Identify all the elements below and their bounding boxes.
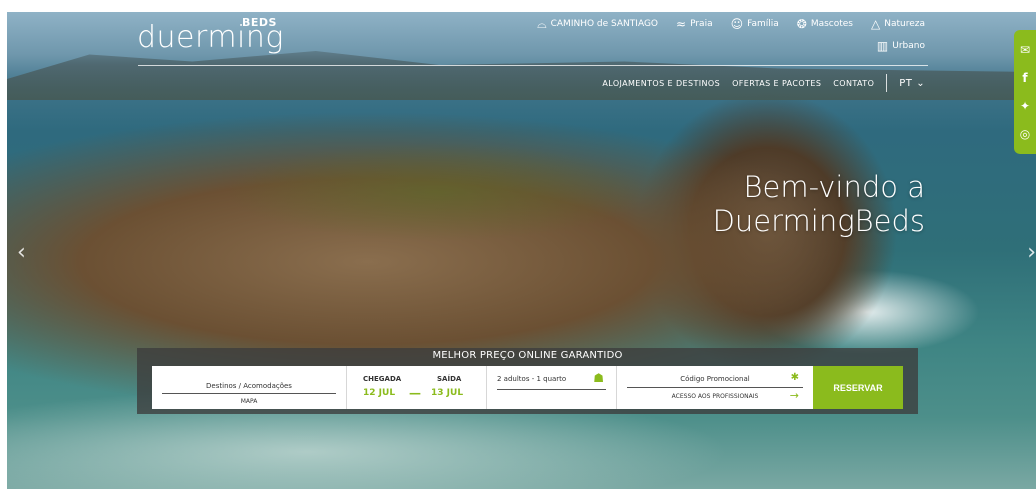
category-praia[interactable]: ≈ Praia xyxy=(676,18,713,30)
hero-heading-line2: DuermingBeds xyxy=(712,204,925,238)
category-mascotes[interactable]: ❂ Mascotes xyxy=(797,18,853,30)
reserve-button[interactable]: RESERVAR xyxy=(813,366,903,409)
date-separator: — xyxy=(409,386,421,400)
pet-icon: ❂ xyxy=(796,17,807,31)
map-link[interactable]: MAPA xyxy=(152,398,346,405)
destination-field[interactable]: Destinos / Acomodações MAPA xyxy=(152,366,347,409)
instagram-icon[interactable]: ◎ xyxy=(1020,127,1030,141)
family-icon: ☺ xyxy=(730,17,744,31)
category-natureza[interactable]: △ Natureza xyxy=(871,18,925,30)
logo-beds: BEDS xyxy=(242,16,277,29)
category-label: Família xyxy=(747,19,779,29)
checkout-date[interactable]: 13 JUL xyxy=(431,388,463,398)
category-label: Natureza xyxy=(884,19,925,29)
language-label: PT xyxy=(899,77,913,89)
social-bar: ✉ f ✦ ◎ xyxy=(1014,30,1036,154)
checkin-date[interactable]: 12 JUL xyxy=(363,388,395,398)
nav-ofertas[interactable]: OFERTAS E PACOTES xyxy=(732,79,821,88)
logo[interactable]: duerming BEDS xyxy=(137,16,284,55)
mountain-icon: △ xyxy=(871,17,881,31)
pro-access-link[interactable]: ACESSO AOS PROFISSIONAIS xyxy=(627,393,803,400)
slider-prev-arrow[interactable]: ‹ xyxy=(17,240,26,265)
promo-field[interactable]: Código Promocional ✱ ACESSO AOS PROFISSI… xyxy=(617,366,813,409)
nav-separator xyxy=(886,74,888,92)
category-caminho[interactable]: ⌓ CAMINHO de SANTIAGO xyxy=(537,18,658,30)
guests-field[interactable]: 2 adultos - 1 quarto ☗ xyxy=(487,366,617,409)
guests-icon: ☗ xyxy=(593,371,604,385)
hero-heading-line1: Bem-vindo a xyxy=(743,170,925,204)
booking-title: MELHOR PREÇO ONLINE GARANTIDO xyxy=(432,350,623,361)
guests-value[interactable]: 2 adultos - 1 quarto xyxy=(497,375,606,390)
shell-icon: ⌓ xyxy=(537,17,547,31)
gift-icon: ✱ xyxy=(790,372,799,383)
main-nav: ALOJAMENTOS E DESTINOS OFERTAS E PACOTES… xyxy=(602,74,925,92)
waves-icon: ≈ xyxy=(676,17,687,31)
hero-heading: Bem-vindo a DuermingBeds xyxy=(713,170,925,238)
building-icon: ▥ xyxy=(876,39,889,53)
booking-form: Destinos / Acomodações MAPA CHEGADA 12 J… xyxy=(152,366,903,409)
twitter-icon[interactable]: ✦ xyxy=(1020,99,1030,113)
checkout-label: SAÍDA xyxy=(437,375,462,383)
category-urbano[interactable]: ▥ Urbano xyxy=(877,40,925,52)
arrow-right-icon: → xyxy=(789,389,799,402)
category-menu: ⌓ CAMINHO de SANTIAGO ≈ Praia ☺ Família … xyxy=(537,18,925,30)
email-icon[interactable]: ✉ xyxy=(1020,43,1030,57)
chevron-down-icon: ⌄ xyxy=(916,77,925,89)
nav-contato[interactable]: CONTATO xyxy=(833,79,874,88)
nav-alojamentos[interactable]: ALOJAMENTOS E DESTINOS xyxy=(602,79,720,88)
category-label: Praia xyxy=(690,19,713,29)
category-label: CAMINHO de SANTIAGO xyxy=(550,19,659,29)
slider-next-arrow[interactable]: › xyxy=(1027,240,1036,265)
booking-widget: MELHOR PREÇO ONLINE GARANTIDO Destinos /… xyxy=(137,348,918,414)
category-familia[interactable]: ☺ Família xyxy=(731,18,779,30)
destination-input[interactable]: Destinos / Acomodações xyxy=(162,382,336,394)
facebook-icon[interactable]: f xyxy=(1022,71,1027,85)
header-divider xyxy=(138,65,928,66)
dates-field[interactable]: CHEGADA 12 JUL — SAÍDA 13 JUL xyxy=(347,366,487,409)
promo-input[interactable]: Código Promocional xyxy=(627,375,803,388)
header: duerming BEDS ⌓ CAMINHO de SANTIAGO ≈ Pr… xyxy=(7,12,1036,102)
category-label: Mascotes xyxy=(810,19,853,29)
language-selector[interactable]: PT ⌄ xyxy=(899,78,925,89)
category-label: Urbano xyxy=(892,41,925,51)
hero-banner: duerming BEDS ⌓ CAMINHO de SANTIAGO ≈ Pr… xyxy=(7,12,1036,489)
checkin-label: CHEGADA xyxy=(363,375,402,383)
